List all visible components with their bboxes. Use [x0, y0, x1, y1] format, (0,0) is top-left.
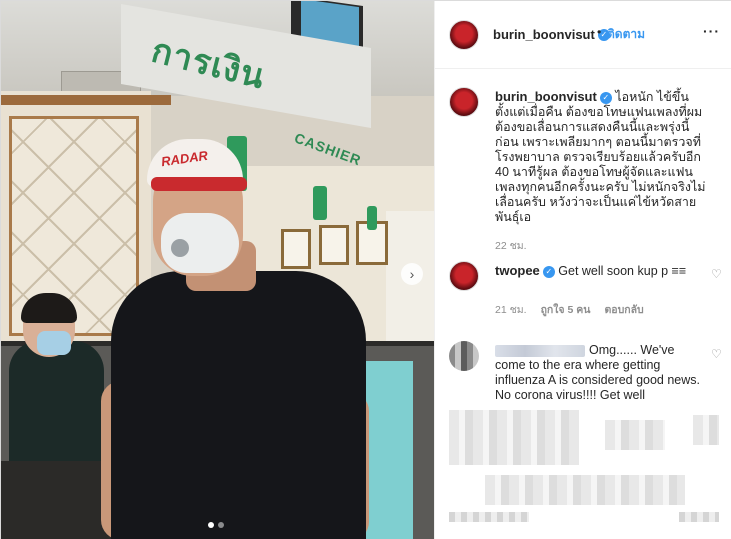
obscured-footer — [449, 512, 719, 524]
obscured-content — [605, 420, 665, 450]
photo-mask-valve — [171, 239, 189, 257]
carousel-dot — [218, 522, 224, 528]
photo-green-sign — [313, 186, 327, 220]
follow-button[interactable]: ติดตาม — [607, 25, 645, 44]
obscured-content — [693, 415, 719, 445]
photo-cashier-lettering: CASHIER — [292, 129, 364, 169]
carousel-dot-active — [208, 522, 214, 528]
header-separator: • — [597, 25, 602, 39]
post-side-panel: burin_boonvisut ✓ • ติดตาม ··· burin_boon… — [434, 1, 731, 539]
obscured-content — [449, 410, 579, 465]
caption-text-block: burin_boonvisut ✓ ไอหนัก ไข้ขึ้นตั้งแต่เม… — [495, 89, 707, 225]
comment-time[interactable]: 21 ชม. — [495, 301, 527, 318]
avatar[interactable] — [449, 261, 479, 291]
post-header: burin_boonvisut ✓ • ติดตาม ··· — [435, 1, 731, 69]
caption-username[interactable]: burin_boonvisut — [495, 89, 597, 104]
caption: burin_boonvisut ✓ ไอหนัก ไข้ขึ้นตั้งแต่เม… — [449, 87, 719, 252]
comments-list[interactable]: burin_boonvisut ✓ ไอหนัก ไข้ขึ้นตั้งแต่เม… — [435, 70, 731, 539]
header-user: burin_boonvisut ✓ — [493, 26, 610, 44]
post-photo[interactable]: การเงิน CASHIER RADAR › — [1, 1, 434, 539]
caption-text: ไอหนัก ไข้ขึ้นตั้งแต่เมื่อคืน ต้องขอโทษแ… — [495, 90, 706, 224]
verified-badge-icon: ✓ — [599, 91, 612, 104]
comment-likes[interactable]: ถูกใจ 5 คน — [541, 301, 591, 318]
photo-certificate — [319, 225, 349, 265]
photo-green-sign — [367, 206, 377, 230]
avatar[interactable] — [449, 20, 479, 50]
photo-staff-mask — [37, 331, 71, 355]
list-item: Omg...... We've come to the era where ge… — [449, 341, 722, 411]
photo-right-room — [386, 211, 434, 361]
carousel-dots — [208, 522, 224, 528]
obscured-content — [485, 475, 685, 505]
avatar[interactable] — [449, 341, 479, 371]
reply-button[interactable]: ตอบกลับ — [604, 301, 643, 318]
comment-meta: 21 ชม. ถูกใจ 5 คน ตอบกลับ — [495, 301, 644, 318]
photo-wood-trim — [1, 95, 171, 105]
chevron-right-icon[interactable]: › — [401, 263, 423, 285]
avatar[interactable] — [449, 87, 479, 117]
comment-text-block: twopee ✓ Get well soon kup p ≡≡ — [495, 263, 707, 279]
comment-username[interactable]: twopee — [495, 263, 540, 278]
photo-man-cap-brim — [151, 177, 247, 191]
header-username[interactable]: burin_boonvisut — [493, 27, 595, 42]
more-horizontal-icon[interactable]: ··· — [703, 23, 720, 39]
comment-username[interactable] — [495, 344, 585, 357]
photo-man-shirt — [111, 271, 366, 539]
heart-outline-icon[interactable]: ♡ — [711, 267, 722, 281]
photo-certificate — [281, 229, 311, 269]
heart-outline-icon[interactable]: ♡ — [711, 347, 722, 361]
list-item: twopee ✓ Get well soon kup p ≡≡ 21 ชม. ถู… — [449, 261, 722, 321]
caption-time[interactable]: 22 ชม. — [495, 237, 527, 254]
comment-text-block: Omg...... We've come to the era where ge… — [495, 343, 707, 403]
comment-text: Get well soon kup p ≡≡ — [558, 264, 687, 278]
post-modal: การเงิน CASHIER RADAR › burin_boonvisut ✓ — [0, 0, 731, 539]
verified-badge-icon: ✓ — [542, 265, 555, 278]
caption-meta: 22 ชม. — [495, 237, 527, 254]
